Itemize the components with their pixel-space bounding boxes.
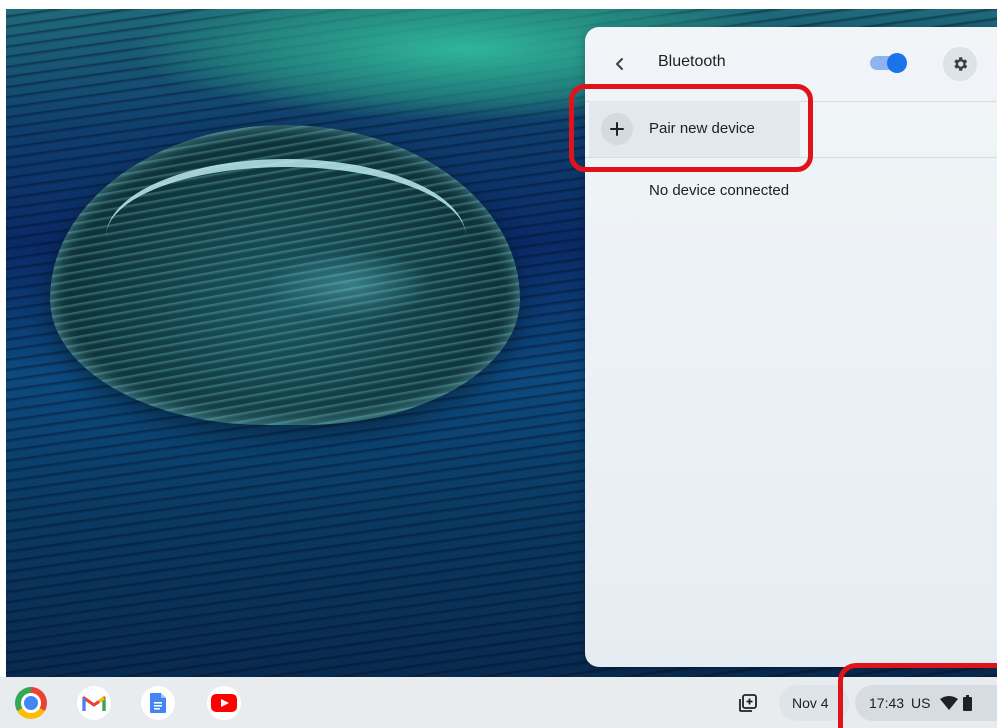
youtube-icon	[211, 694, 237, 712]
pair-row: Pair new device	[585, 101, 997, 158]
chrome-icon	[15, 687, 47, 719]
battery-icon	[962, 695, 972, 711]
chrome-icon-center	[21, 693, 41, 713]
shelf: Nov 4 17:43 US	[0, 677, 997, 728]
bluetooth-settings-button[interactable]	[943, 47, 977, 81]
gear-icon	[954, 57, 968, 71]
docs-app[interactable]	[141, 686, 175, 720]
time-label: 17:43	[869, 695, 905, 711]
no-device-status: No device connected	[649, 182, 790, 199]
back-button[interactable]	[607, 51, 633, 77]
keyboard-layout-label: US	[911, 695, 931, 711]
docs-icon	[150, 693, 166, 713]
status-tray[interactable]: 17:43 US	[855, 685, 997, 721]
bluetooth-header: Bluetooth	[585, 27, 997, 102]
chevron-left-icon	[616, 58, 623, 70]
screen-capture-icon	[739, 694, 757, 712]
plus-icon-circle	[601, 113, 633, 145]
pair-new-device-button[interactable]: Pair new device	[589, 101, 800, 157]
panel-title: Bluetooth	[658, 53, 726, 70]
chrome-app[interactable]	[14, 686, 48, 720]
chromeos-screen: Bluetooth Pair new device No device conn…	[0, 0, 997, 728]
pair-new-device-label: Pair new device	[649, 120, 755, 137]
date-label: Nov 4	[792, 695, 829, 711]
gmail-icon	[82, 696, 106, 711]
plus-icon	[610, 122, 624, 136]
toggle-knob	[887, 53, 907, 73]
youtube-app[interactable]	[207, 686, 241, 720]
wifi-icon	[939, 696, 958, 710]
holding-space-button[interactable]	[727, 685, 769, 721]
date-tray[interactable]: Nov 4	[779, 685, 849, 721]
bluetooth-panel: Bluetooth Pair new device No device conn…	[585, 27, 997, 667]
gmail-app[interactable]	[77, 686, 111, 720]
bluetooth-toggle[interactable]	[870, 53, 907, 73]
